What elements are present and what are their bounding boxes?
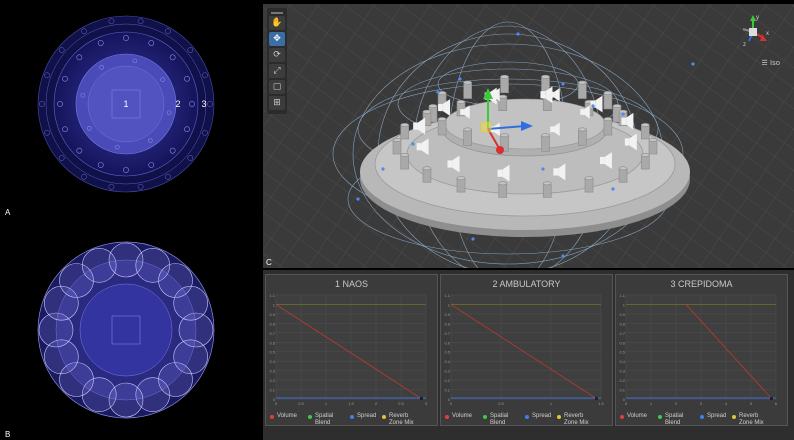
audio-curves-area: 1 NAOS 1.1 1 0.9 0.8 0.7 0.6 0.5 0.4 0.3 0.2 0.1 0 0… <box>263 270 794 440</box>
y-tick-label: 0.8 <box>619 321 625 326</box>
tool-palette: ✋ ✥ ⟳ ⤢ ▢ ⊞ <box>267 8 287 114</box>
legend-item[interactable]: Reverb Zone Mix <box>732 413 769 427</box>
svg-text:x: x <box>766 31 769 37</box>
curve-legend: Volume Spatial Blend Spread Reverb Zone Mix <box>620 413 785 435</box>
x-tick-label: 3 <box>425 401 428 406</box>
x-tick-label: 0.5 <box>498 401 504 406</box>
legend-item[interactable]: Spread <box>525 413 551 420</box>
y-tick-label: 0.9 <box>269 312 275 317</box>
panel-label-c: C <box>266 258 272 267</box>
curve-panel-crepidoma[interactable]: 3 CREPIDOMA 1.1 1 0.9 0.8 0.7 0.6 0.5 0.4 0.3 0.2… <box>615 274 788 426</box>
y-tick-label: 1.1 <box>619 293 625 298</box>
y-tick-label: 1 <box>448 302 451 307</box>
y-tick-label: 0.4 <box>619 359 625 364</box>
legend-item[interactable]: Spatial Blend <box>308 413 345 427</box>
legend-item[interactable]: Volume <box>620 413 647 420</box>
y-tick-label: 0.4 <box>444 359 450 364</box>
temple-model[interactable] <box>360 74 690 237</box>
move-tool-button[interactable]: ✥ <box>269 32 285 46</box>
hand-tool-button[interactable]: ✋ <box>269 16 285 30</box>
x-tick-label: 1 <box>550 401 553 406</box>
legend-item[interactable]: Spread <box>700 413 726 420</box>
x-tick-label: 2 <box>375 401 378 406</box>
curve-title: 3 CREPIDOMA <box>670 279 733 289</box>
y-tick-label: 1.1 <box>269 293 275 298</box>
y-tick-label: 0.5 <box>444 350 450 355</box>
y-tick-label: 1 <box>623 302 626 307</box>
x-tick-label: 0 <box>450 401 453 406</box>
svg-text:z: z <box>743 42 746 48</box>
y-tick-label: 0.8 <box>269 321 275 326</box>
curve-legend: Volume Spatial Blend Spread Reverb Zone Mix <box>270 413 435 435</box>
diagram-b-speaker-zones <box>37 241 215 419</box>
ring-label-1: 1 <box>123 99 128 109</box>
legend-item[interactable]: Reverb Zone Mix <box>382 413 419 427</box>
y-tick-label: 0.6 <box>444 340 450 345</box>
curve-title: 2 AMBULATORY <box>492 279 561 289</box>
x-tick-label: 1 <box>650 401 653 406</box>
y-tick-label: 0.3 <box>269 369 275 374</box>
x-tick-label: 0.5 <box>298 401 304 406</box>
y-tick-label: 0.7 <box>444 331 450 336</box>
y-tick-label: 0.1 <box>619 388 625 393</box>
scale-tool-button[interactable]: ⤢ <box>269 64 285 78</box>
ring-label-2: 2 <box>175 99 180 109</box>
y-tick-label: 0.4 <box>269 359 275 364</box>
x-tick-label: 1.5 <box>348 401 354 406</box>
curve-title: 1 NAOS <box>334 279 368 289</box>
y-tick-label: 0.2 <box>444 378 450 383</box>
legend-item[interactable]: Reverb Zone Mix <box>557 413 594 427</box>
x-tick-label: 6 <box>775 401 778 406</box>
x-tick-label: 0 <box>275 401 278 406</box>
x-tick-label: 5 <box>750 401 753 406</box>
rotate-tool-button[interactable]: ⟳ <box>269 48 285 62</box>
x-tick-label: 1 <box>325 401 328 406</box>
panel-label-b: B <box>5 430 11 439</box>
transform-tool-button[interactable]: ⊞ <box>269 96 285 110</box>
svg-text:y: y <box>756 15 759 21</box>
projection-toggle[interactable]: ☰ Iso <box>761 59 780 67</box>
y-tick-label: 0.8 <box>444 321 450 326</box>
y-tick-label: 1.1 <box>444 293 450 298</box>
legend-item[interactable]: Spatial Blend <box>483 413 520 427</box>
x-tick-label: 0 <box>625 401 628 406</box>
x-tick-label: 4 <box>725 401 728 406</box>
legend-item[interactable]: Volume <box>270 413 297 420</box>
y-tick-label: 0.2 <box>619 378 625 383</box>
y-tick-label: 1 <box>273 302 276 307</box>
curve-panel-ambulatory[interactable]: 2 AMBULATORY 1.1 1 0.9 0.8 0.7 0.6 0.5 0.4 0.3 0.… <box>440 274 613 426</box>
x-tick-label: 2 <box>675 401 678 406</box>
y-tick-label: 0.5 <box>269 350 275 355</box>
legend-item[interactable]: Spatial Blend <box>658 413 695 427</box>
x-tick-label: 2.5 <box>398 401 404 406</box>
rect-tool-button[interactable]: ▢ <box>269 80 285 94</box>
y-tick-label: 0.1 <box>444 388 450 393</box>
y-tick-label: 0.6 <box>269 340 275 345</box>
y-tick-label: 0.3 <box>619 369 625 374</box>
curve-panel-naos[interactable]: 1 NAOS 1.1 1 0.9 0.8 0.7 0.6 0.5 0.4 0.3 0.2 0.1 0 0… <box>265 274 438 426</box>
curve-legend: Volume Spatial Blend Spread Reverb Zone Mix <box>445 413 610 435</box>
y-tick-label: 0.2 <box>269 378 275 383</box>
legend-item[interactable]: Spread <box>350 413 376 420</box>
scene-view[interactable]: y x z ✋ ✥ ⟳ ⤢ ▢ ⊞ ☰ Iso C <box>263 4 794 268</box>
x-tick-label: 1.5 <box>598 401 604 406</box>
y-tick-label: 0.6 <box>619 340 625 345</box>
x-tick-label: 3 <box>700 401 703 406</box>
y-tick-label: 0.9 <box>444 312 450 317</box>
y-tick-label: 0.3 <box>444 369 450 374</box>
y-tick-label: 0.7 <box>619 331 625 336</box>
x-axis-handle[interactable] <box>496 146 504 154</box>
legend-item[interactable]: Volume <box>445 413 472 420</box>
y-tick-label: 0.1 <box>269 388 275 393</box>
y-tick-label: 0.9 <box>619 312 625 317</box>
diagram-a-plan-view: 1 2 3 <box>37 15 215 193</box>
y-tick-label: 0.7 <box>269 331 275 336</box>
ring-label-3: 3 <box>201 99 206 109</box>
panel-label-a: A <box>5 208 11 217</box>
y-tick-label: 0.5 <box>619 350 625 355</box>
orientation-gizmo[interactable]: y x z <box>742 15 769 48</box>
